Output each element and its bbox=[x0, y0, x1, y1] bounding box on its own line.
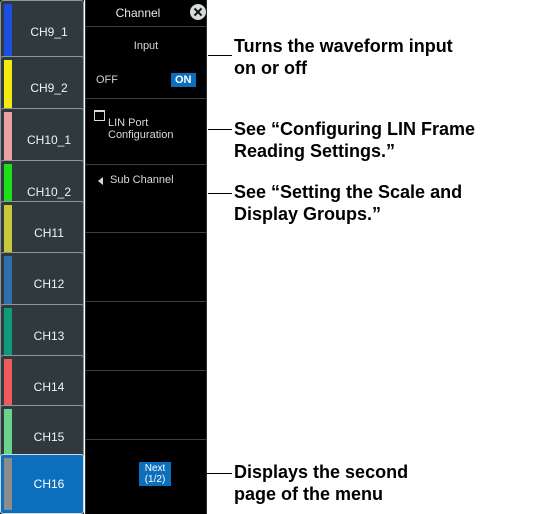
tab-label: CH16 bbox=[33, 477, 65, 491]
left-arrow-icon bbox=[98, 177, 103, 185]
channel-tab-column: CH9_1 CH9_2 CH10_1 CH10_2 CH11 CH12 CH13… bbox=[0, 0, 84, 514]
callout-line bbox=[208, 55, 232, 56]
next-label: Next bbox=[144, 463, 166, 474]
callout-lin: See “Configuring LIN Frame Reading Setti… bbox=[234, 119, 476, 161]
lin-port-configuration-button[interactable]: LIN Port Configuration bbox=[86, 99, 206, 163]
tab-label: CH9_1 bbox=[30, 24, 68, 39]
callout-next: Displays the second page of the menu bbox=[234, 462, 409, 504]
sub-channel-label: Sub Channel bbox=[110, 174, 174, 186]
tab-ch9-1[interactable]: CH9_1 bbox=[0, 0, 84, 63]
callout-input: Turns the waveform input on or off bbox=[234, 36, 453, 78]
channel-color-swatch bbox=[4, 112, 12, 167]
tab-ch16[interactable]: CH16 bbox=[0, 454, 84, 514]
close-icon[interactable] bbox=[190, 4, 206, 20]
submenu-icon bbox=[94, 110, 105, 121]
sub-channel-button[interactable]: Sub Channel bbox=[86, 165, 206, 231]
callout-line bbox=[208, 193, 232, 194]
callout-line bbox=[208, 129, 232, 130]
input-label: Input bbox=[133, 40, 159, 52]
page-indicator: (1/2) bbox=[144, 474, 166, 485]
divider bbox=[86, 370, 206, 371]
input-off-option: OFF bbox=[96, 74, 118, 86]
channel-color-swatch bbox=[4, 4, 12, 59]
divider bbox=[86, 439, 206, 440]
callout-line bbox=[206, 473, 232, 474]
channel-color-swatch bbox=[4, 256, 12, 311]
lin-port-label: LIN Port Configuration bbox=[108, 117, 174, 141]
callout-sub-channel: See “Setting the Scale and Display Group… bbox=[234, 182, 463, 224]
input-toggle-button[interactable]: Input OFF ON bbox=[86, 27, 206, 97]
panel-title: Channel bbox=[115, 6, 161, 20]
divider bbox=[86, 232, 206, 233]
channel-color-swatch bbox=[4, 60, 12, 115]
input-on-option: ON bbox=[171, 73, 196, 87]
channel-color-swatch bbox=[4, 458, 12, 510]
next-page-button[interactable]: Next (1/2) bbox=[139, 462, 171, 486]
divider bbox=[86, 301, 206, 302]
channel-menu-panel: Channel Input OFF ON LIN Port Configurat… bbox=[85, 0, 207, 514]
